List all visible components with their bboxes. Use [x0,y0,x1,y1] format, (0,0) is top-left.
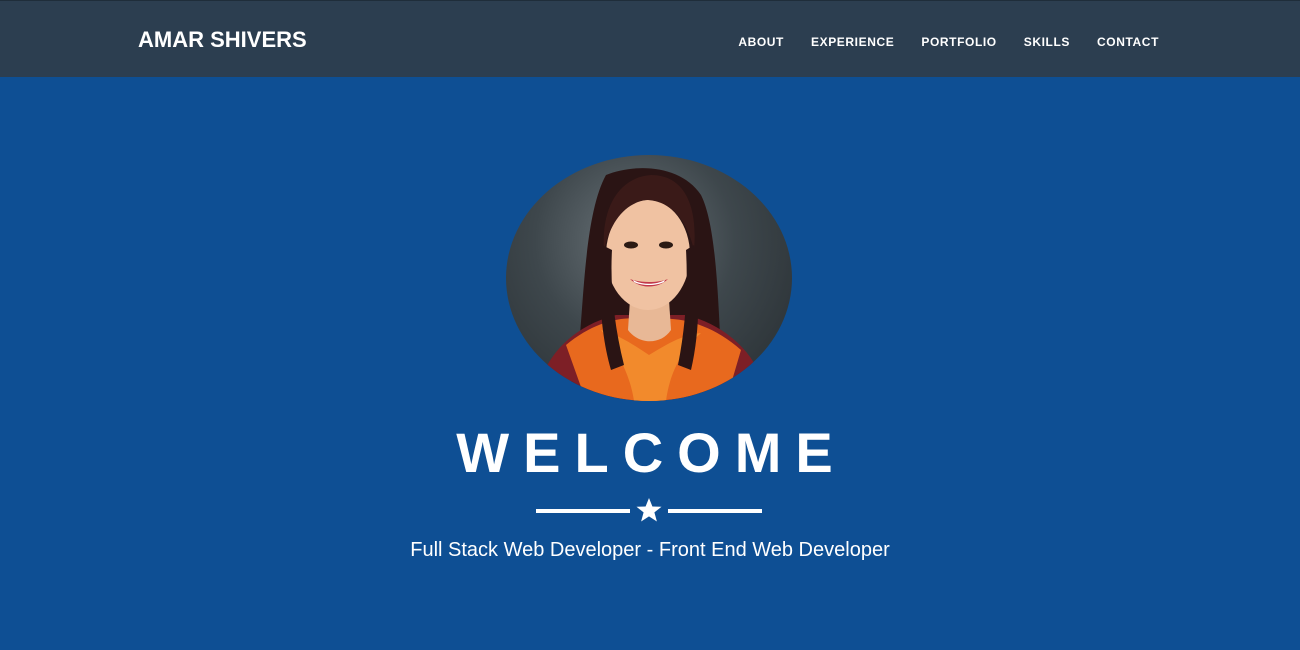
nav-link-portfolio[interactable]: PORTFOLIO [921,35,996,49]
navbar: AMAR SHIVERS ABOUT EXPERIENCE PORTFOLIO … [0,0,1300,77]
nav-item-skills: SKILLS [1024,33,1070,51]
divider-line-left [536,509,630,513]
nav-menu: ABOUT EXPERIENCE PORTFOLIO SKILLS CONTAC… [711,33,1159,51]
nav-link-experience[interactable]: EXPERIENCE [811,35,894,49]
nav-item-portfolio: PORTFOLIO [921,33,996,51]
nav-item-contact: CONTACT [1097,33,1159,51]
nav-link-skills[interactable]: SKILLS [1024,35,1070,49]
brand-logo-link[interactable]: AMAR SHIVERS [138,27,307,53]
star-icon [636,498,662,522]
star-divider [536,497,762,523]
nav-item-about: ABOUT [738,33,784,51]
nav-item-experience: EXPERIENCE [811,33,894,51]
nav-link-about[interactable]: ABOUT [738,35,784,49]
divider-line-right [668,509,762,513]
hero-section: WELCOME Full Stack Web Developer - Front… [0,77,1300,650]
profile-photo [506,155,792,401]
nav-link-contact[interactable]: CONTACT [1097,35,1159,49]
hero-subtitle: Full Stack Web Developer - Front End Web… [410,539,890,561]
welcome-heading: WELCOME [456,421,847,484]
